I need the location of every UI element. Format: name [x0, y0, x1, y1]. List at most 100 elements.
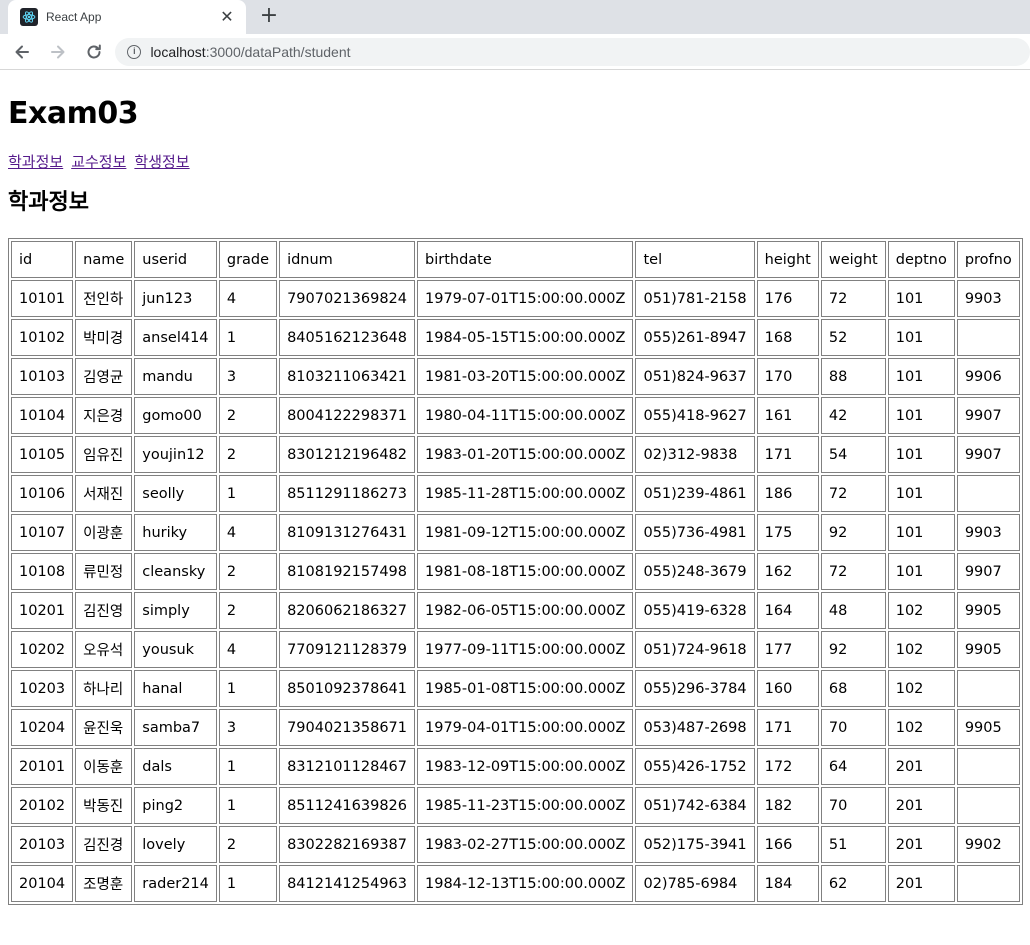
cell-birthdate: 1977-09-11T15:00:00.000Z: [417, 631, 634, 668]
cell-profno: [956, 670, 1020, 707]
cell-grade: 1: [218, 787, 278, 824]
site-info-icon[interactable]: i: [127, 44, 142, 59]
table-row: 10202 오유석 yousuk 4 7709121128379 1977-09-11T1…: [11, 631, 1020, 668]
cell-userid: lovely: [134, 826, 217, 863]
cell-tel: 02)312-9838: [635, 436, 755, 473]
cell-userid: ping2: [134, 787, 217, 824]
cell-userid: ansel414: [134, 319, 217, 356]
cell-deptno: 102: [887, 631, 955, 668]
cell-height: 164: [756, 592, 819, 629]
cell-userid: seolly: [134, 475, 217, 512]
student-table: id name userid grade idnum birthdate tel height…: [8, 238, 1023, 905]
reload-icon[interactable]: [78, 36, 110, 68]
cell-height: 168: [756, 319, 819, 356]
cell-name: 서재진: [75, 475, 133, 512]
cell-name: 김진영: [75, 592, 133, 629]
cell-birthdate: 1981-09-12T15:00:00.000Z: [417, 514, 634, 551]
cell-idnum: 8412141254963: [279, 865, 415, 902]
cell-name: 박미경: [75, 319, 133, 356]
cell-birthdate: 1983-12-09T15:00:00.000Z: [417, 748, 634, 785]
cell-grade: 2: [218, 397, 278, 434]
cell-profno: 9902: [956, 826, 1020, 863]
cell-id: 20102: [11, 787, 74, 824]
url-text: localhost:3000/dataPath/student: [150, 44, 350, 60]
cell-id: 10102: [11, 319, 74, 356]
cell-weight: 92: [820, 514, 886, 551]
cell-id: 10106: [11, 475, 74, 512]
cell-grade: 2: [218, 553, 278, 590]
close-tab-icon[interactable]: ✕: [218, 9, 236, 25]
cell-idnum: 8004122298371: [279, 397, 415, 434]
column-header-profno: profno: [956, 241, 1020, 278]
cell-weight: 88: [820, 358, 886, 395]
forward-arrow-icon[interactable]: [42, 36, 74, 68]
cell-tel: 051)724-9618: [635, 631, 755, 668]
cell-tel: 055)419-6328: [635, 592, 755, 629]
cell-idnum: 8302282169387: [279, 826, 415, 863]
cell-grade: 3: [218, 358, 278, 395]
cell-weight: 72: [820, 475, 886, 512]
column-header-weight: weight: [820, 241, 886, 278]
table-row: 10201 김진영 simply 2 8206062186327 1982-06-05T1…: [11, 592, 1020, 629]
column-header-name: name: [75, 241, 133, 278]
cell-tel: 051)239-4861: [635, 475, 755, 512]
cell-profno: 9907: [956, 436, 1020, 473]
cell-grade: 1: [218, 865, 278, 902]
cell-birthdate: 1985-11-23T15:00:00.000Z: [417, 787, 634, 824]
cell-tel: 055)418-9627: [635, 397, 755, 434]
cell-userid: gomo00: [134, 397, 217, 434]
nav-link-department[interactable]: 학과정보: [8, 153, 63, 171]
cell-deptno: 201: [887, 787, 955, 824]
browser-tab[interactable]: React App ✕: [8, 0, 246, 34]
cell-userid: yousuk: [134, 631, 217, 668]
header-row: id name userid grade idnum birthdate tel height…: [11, 241, 1020, 278]
cell-userid: rader214: [134, 865, 217, 902]
cell-height: 175: [756, 514, 819, 551]
cell-name: 하나리: [75, 670, 133, 707]
table-row: 10108 류민정 cleansky 2 8108192157498 1981-08-18…: [11, 553, 1020, 590]
cell-weight: 72: [820, 280, 886, 317]
column-header-id: id: [11, 241, 74, 278]
cell-birthdate: 1982-06-05T15:00:00.000Z: [417, 592, 634, 629]
cell-tel: 055)248-3679: [635, 553, 755, 590]
cell-height: 172: [756, 748, 819, 785]
section-title: 학과정보: [8, 190, 89, 215]
cell-deptno: 101: [887, 319, 955, 356]
nav-link-student[interactable]: 학생정보: [134, 153, 189, 171]
cell-tel: 02)785-6984: [635, 865, 755, 902]
nav-link-professor[interactable]: 교수정보: [71, 153, 126, 171]
cell-userid: jun123: [134, 280, 217, 317]
cell-height: 170: [756, 358, 819, 395]
cell-userid: dals: [134, 748, 217, 785]
cell-idnum: 8206062186327: [279, 592, 415, 629]
tab-strip: React App ✕ +: [0, 0, 1030, 34]
cell-weight: 42: [820, 397, 886, 434]
cell-idnum: 8301212196482: [279, 436, 415, 473]
cell-name: 박동진: [75, 787, 133, 824]
cell-profno: [956, 865, 1020, 902]
address-bar[interactable]: i localhost:3000/dataPath/student: [115, 37, 1030, 66]
cell-idnum: 7709121128379: [279, 631, 415, 668]
cell-idnum: 7907021369824: [279, 280, 415, 317]
cell-grade: 2: [218, 436, 278, 473]
table-row: 20101 이동훈 dals 1 8312101128467 1983-12-09T15:…: [11, 748, 1020, 785]
cell-idnum: 8405162123648: [279, 319, 415, 356]
cell-weight: 51: [820, 826, 886, 863]
cell-profno: 9905: [956, 709, 1020, 746]
cell-deptno: 101: [887, 280, 955, 317]
cell-id: 20104: [11, 865, 74, 902]
cell-weight: 64: [820, 748, 886, 785]
cell-tel: 051)824-9637: [635, 358, 755, 395]
cell-idnum: 8511291186273: [279, 475, 415, 512]
cell-height: 166: [756, 826, 819, 863]
cell-userid: hanal: [134, 670, 217, 707]
cell-profno: 9905: [956, 631, 1020, 668]
column-header-grade: grade: [218, 241, 278, 278]
cell-id: 10107: [11, 514, 74, 551]
back-arrow-icon[interactable]: [6, 36, 38, 68]
cell-id: 10108: [11, 553, 74, 590]
table-row: 10203 하나리 hanal 1 8501092378641 1985-01-08T15…: [11, 670, 1020, 707]
cell-id: 10104: [11, 397, 74, 434]
new-tab-icon[interactable]: +: [256, 5, 282, 29]
cell-tel: 055)736-4981: [635, 514, 755, 551]
